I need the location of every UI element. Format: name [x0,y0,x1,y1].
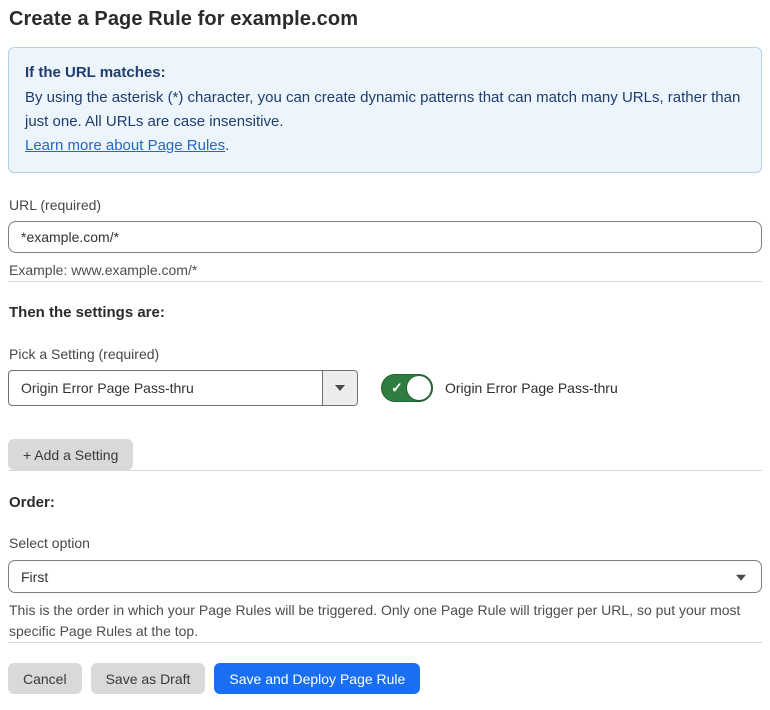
url-label: URL (required) [9,197,102,213]
cancel-button[interactable]: Cancel [8,663,82,694]
url-helper-text: Example: www.example.com/* [9,262,198,278]
create-page-rule-form: Create a Page Rule for example.com If th… [0,0,770,710]
setting-toggle-wrap: ✓ Origin Error Page Pass-thru [381,374,618,402]
setting-select-value: Origin Error Page Pass-thru [21,380,194,396]
url-input[interactable] [8,221,762,253]
check-icon: ✓ [391,379,403,396]
order-select-label: Select option [9,535,90,551]
setting-select-arrow-button[interactable] [322,371,357,405]
link-suffix: . [225,137,230,154]
page-title: Create a Page Rule for example.com [9,8,359,30]
order-select-value: First [21,568,49,585]
footer-actions: Cancel Save as Draft Save and Deploy Pag… [8,663,762,694]
save-and-deploy-button[interactable]: Save and Deploy Page Rule [214,663,421,694]
order-section-heading: Order: [9,494,55,511]
order-helper-text: This is the order in which your Page Rul… [9,602,741,639]
pick-setting-label: Pick a Setting (required) [9,346,160,362]
add-setting-button[interactable]: + Add a Setting [8,439,134,470]
url-match-info-box: If the URL matches: By using the asteris… [8,47,762,173]
setting-toggle-label: Origin Error Page Pass-thru [445,380,618,396]
info-box-heading: If the URL matches: [25,64,166,81]
divider [8,642,762,643]
divider [8,470,762,471]
setting-row: Origin Error Page Pass-thru ✓ Origin Err… [8,370,762,406]
divider [8,281,762,282]
learn-more-link[interactable]: Learn more about Page Rules [25,137,225,154]
toggle-knob [407,376,431,400]
info-box-body: By using the asterisk (*) character, you… [25,89,741,130]
setting-toggle[interactable]: ✓ [381,374,433,402]
save-as-draft-button[interactable]: Save as Draft [90,663,206,694]
caret-down-icon [736,574,746,581]
info-box-link-line: Learn more about Page Rules. [25,134,745,158]
chevron-down-icon [335,385,345,391]
settings-section-heading: Then the settings are: [9,304,165,321]
order-select[interactable]: First [8,560,762,593]
setting-select[interactable]: Origin Error Page Pass-thru [8,370,358,406]
